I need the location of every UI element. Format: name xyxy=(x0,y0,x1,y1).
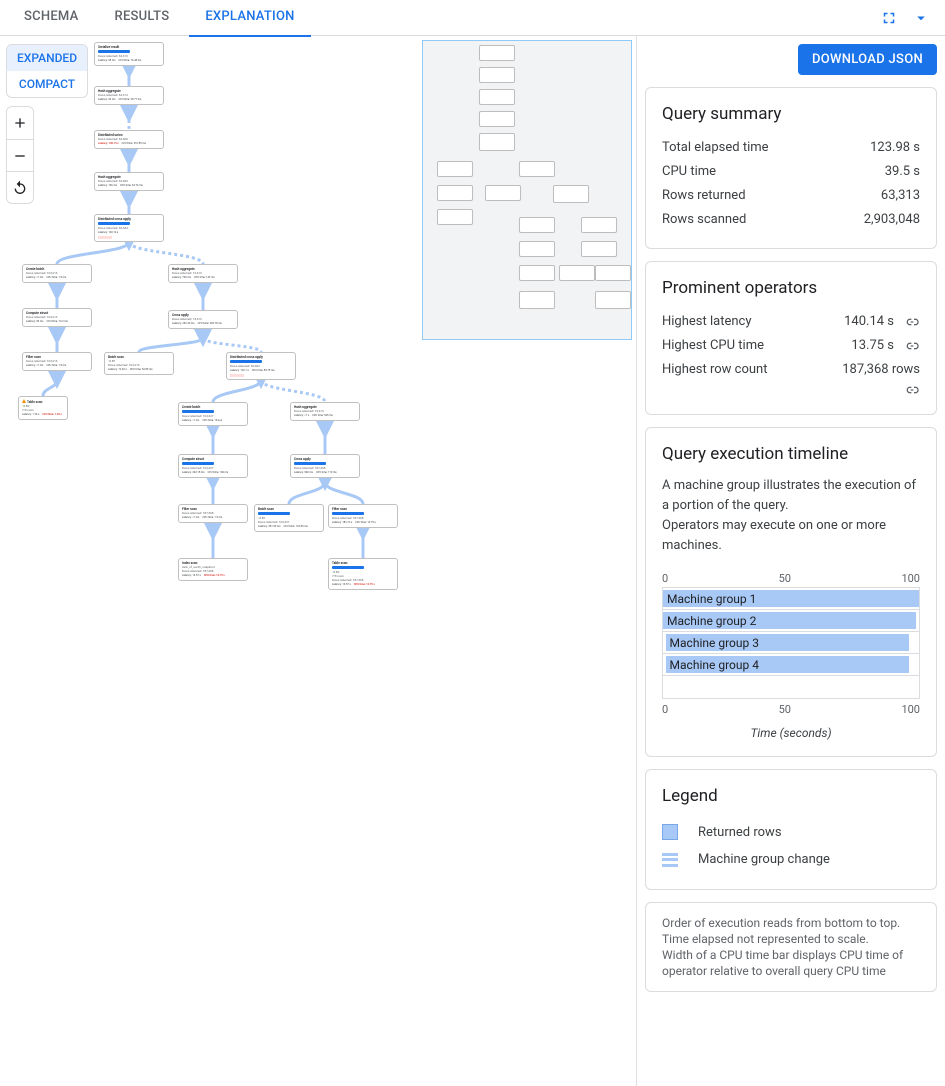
link-icon[interactable] xyxy=(904,314,920,330)
view-mode-toggle: EXPANDED COMPACT xyxy=(6,44,88,98)
plan-node[interactable]: Filter scanRows returned: 187,368Latency… xyxy=(328,504,398,528)
plan-node[interactable]: Batch scan::0.B1Rows returned: 163,327La… xyxy=(254,504,324,532)
k-highest-rows: Highest row count xyxy=(662,358,842,382)
timeline-row: Machine group 4 xyxy=(663,654,919,676)
tab-results[interactable]: RESULTS xyxy=(99,0,186,37)
legend-item-returned-rows: Returned rows xyxy=(698,825,782,840)
timeline-bar: Machine group 3 xyxy=(666,634,909,651)
plan-node[interactable]: Serialize resultRows returned: 63,313Lat… xyxy=(94,42,164,66)
timeline-axis-top: 0 50 100 xyxy=(662,572,920,585)
timeline-row: Machine group 2 xyxy=(663,610,919,632)
k-cpu-time: CPU time xyxy=(662,160,885,184)
plan-node[interactable]: Table scan::0.B27/8 rowsRows returned: 1… xyxy=(328,558,398,590)
plan-node[interactable]: Compute structRows returned: 163,327Late… xyxy=(178,454,248,478)
legend-item-machine-group-change: Machine group change xyxy=(698,852,830,867)
plan-node[interactable]: Compute structRows returned: 163,213Late… xyxy=(22,308,92,327)
plan-node[interactable]: Distributed cross applyRows returned: 69… xyxy=(94,214,164,242)
timeline-tracks: Machine group 1 Machine group 2 Machine gr… xyxy=(662,587,920,699)
legend-swatch-returned-rows xyxy=(662,824,678,840)
v-rows-returned: 63,313 xyxy=(881,184,920,208)
k-rows-scanned: Rows scanned xyxy=(662,208,864,232)
v-cpu-time: 39.5 s xyxy=(885,160,920,184)
zoom-in-button[interactable] xyxy=(7,107,33,139)
footnote-3: Width of a CPU time bar displays CPU tim… xyxy=(662,947,920,979)
plan-node[interactable]: Distributed unionRows returned: 63,300La… xyxy=(94,130,164,149)
plan-node[interactable]: Filter scanRows returned: 187,368Latency… xyxy=(178,504,248,523)
tab-schema[interactable]: SCHEMA xyxy=(8,0,95,37)
zoom-reset-button[interactable] xyxy=(7,171,33,203)
legend-swatch-machine-group xyxy=(662,853,678,867)
footnote: Order of execution reads from bottom to … xyxy=(645,902,937,992)
plan-node[interactable]: Hash aggregateRows returned: 74,619Laten… xyxy=(290,402,360,421)
timeline-row: Machine group 1 xyxy=(663,588,919,610)
viewmode-expanded[interactable]: EXPANDED xyxy=(7,45,87,71)
card-legend: Legend Returned rows Machine group chang… xyxy=(645,769,937,890)
link-icon[interactable] xyxy=(904,338,920,354)
v-rows-scanned: 2,903,048 xyxy=(864,208,920,232)
card-query-summary: Query summary Total elapsed time123.98 s… xyxy=(645,87,937,249)
timeline-bar: Machine group 1 xyxy=(663,590,919,607)
timeline-desc-1: A machine group illustrates the executio… xyxy=(662,478,916,513)
footnote-1: Order of execution reads from bottom to … xyxy=(662,915,920,931)
timeline-title: Query execution timeline xyxy=(662,444,920,464)
viewmode-compact[interactable]: COMPACT xyxy=(7,71,87,97)
plan-node[interactable]: Create batchRows returned: 163,213Latenc… xyxy=(22,264,92,283)
plan-node[interactable]: Index scanrank_of_worth_snapshotRows ret… xyxy=(178,558,248,581)
timeline-row: Machine group 3 xyxy=(663,632,919,654)
download-json-button[interactable]: DOWNLOAD JSON xyxy=(798,44,937,75)
timeline-bar: Machine group 2 xyxy=(663,612,916,629)
v-total-elapsed: 123.98 s xyxy=(870,136,920,160)
plan-node[interactable]: Hash aggregateRows returned: 63,300Laten… xyxy=(94,172,164,191)
tab-explanation[interactable]: EXPLANATION xyxy=(189,0,310,37)
zoom-out-button[interactable] xyxy=(7,139,33,171)
minimap[interactable] xyxy=(422,40,632,340)
chevron-down-icon[interactable] xyxy=(905,2,937,34)
plan-node[interactable]: Batch scan::0.B1Rows returned: 163,213La… xyxy=(104,352,174,375)
card-prominent-operators: Prominent operators Highest latency 140.… xyxy=(645,261,937,415)
plan-node[interactable]: Cross applyRows returned: 74,619Latency:… xyxy=(168,310,238,329)
k-total-elapsed: Total elapsed time xyxy=(662,136,870,160)
fullscreen-icon[interactable] xyxy=(873,2,905,34)
link-icon[interactable] xyxy=(904,382,920,398)
card-timeline: Query execution timeline A machine group… xyxy=(645,427,937,757)
prominent-title: Prominent operators xyxy=(662,278,920,298)
k-highest-cpu: Highest CPU time xyxy=(662,334,851,358)
plan-node[interactable]: Filter scanRows returned: 163,213Latency… xyxy=(22,352,92,371)
v-highest-cpu: 13.75 s xyxy=(851,334,894,358)
v-highest-latency: 140.14 s xyxy=(844,310,894,334)
query-summary-title: Query summary xyxy=(662,104,920,124)
timeline-xlabel: Time (seconds) xyxy=(662,726,920,740)
plan-node[interactable]: Hash aggregateRows returned: 74,619Laten… xyxy=(168,264,238,283)
plan-node[interactable]: Create batchRows returned: 163,327Latenc… xyxy=(178,402,248,426)
plan-node[interactable]: Distributed cross applyRows returned: 52… xyxy=(226,352,296,380)
v-highest-rows: 187,368 rows xyxy=(842,358,920,382)
timeline-desc-2: Operators may execute on one or more mac… xyxy=(662,518,886,553)
legend-title: Legend xyxy=(662,786,920,806)
k-rows-returned: Rows returned xyxy=(662,184,881,208)
zoom-controls xyxy=(6,106,34,204)
footnote-2: Time elapsed not represented to scale. xyxy=(662,931,920,947)
plan-node[interactable]: Cross applyRows returned: 187,368Latency… xyxy=(290,454,360,478)
plan-node[interactable]: Table scan::0.B27/8 rowsLatency: 1.76 sC… xyxy=(18,396,68,420)
timeline-bar: Machine group 4 xyxy=(666,656,909,673)
plan-node[interactable]: Hash aggregateRows returned: 63,313Laten… xyxy=(94,86,164,105)
k-highest-latency: Highest latency xyxy=(662,310,844,334)
timeline-axis-bottom: 0 50 100 xyxy=(662,703,920,716)
